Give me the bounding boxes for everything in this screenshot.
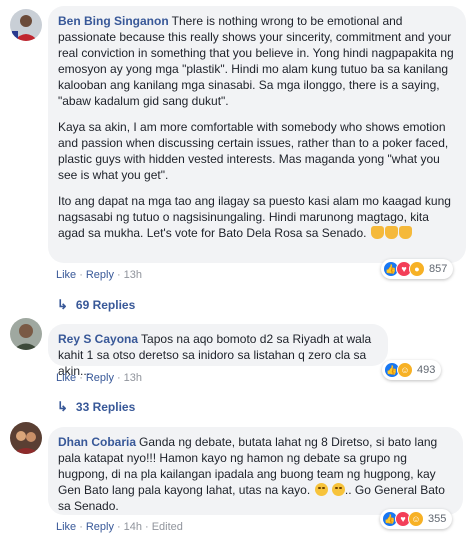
like-link[interactable]: Like (56, 372, 76, 384)
comment-text: Kaya sa akin, I am more comfortable with… (58, 120, 449, 182)
like-link[interactable]: Like (56, 269, 76, 281)
reaction-summary[interactable]: 👍 ♥ ● 857 (381, 259, 454, 279)
view-replies-link[interactable]: ↳ 69 Replies (57, 297, 135, 313)
replies-count-label[interactable]: 69 Replies (76, 298, 135, 312)
comment-author[interactable]: Dhan Cobaria (58, 435, 136, 449)
timestamp[interactable]: 13h (124, 269, 142, 281)
clapping-hands-icon (398, 226, 412, 239)
avatar[interactable] (10, 318, 42, 350)
comment-author[interactable]: Rey S Cayona (58, 332, 138, 346)
reaction-summary[interactable]: 👍 ☺ 493 (382, 360, 442, 380)
clapping-hands-icon (384, 226, 398, 239)
haha-reaction-icon: ☺ (408, 511, 424, 527)
reaction-count: 857 (429, 263, 448, 275)
replies-count-label[interactable]: 33 Replies (76, 400, 135, 414)
comment-bubble: Rey S Cayona Tapos na aqo bomoto d2 sa Ri… (48, 324, 388, 378)
view-replies-link[interactable]: ↳ 33 Replies (57, 399, 135, 415)
wow-reaction-icon: ● (409, 261, 425, 277)
reply-link[interactable]: Reply (86, 372, 114, 384)
reaction-summary[interactable]: 👍 ♥ ☺ 355 (380, 509, 453, 529)
reply-arrow-icon: ↳ (57, 399, 68, 414)
reaction-count: 493 (417, 364, 436, 376)
comment-bubble: Dhan Cobaria Ganda ng debate, butata laha… (48, 427, 463, 515)
clapping-hands-icon (370, 226, 384, 239)
comment-author[interactable]: Ben Bing Singanon (58, 14, 169, 28)
comment-text: There is nothing wrong to be emotional a… (58, 14, 454, 108)
reply-arrow-icon: ↳ (57, 297, 68, 312)
timestamp[interactable]: 14h (124, 521, 142, 533)
edited-label[interactable]: Edited (152, 521, 183, 533)
avatar[interactable] (10, 9, 42, 41)
avatar[interactable] (10, 422, 42, 454)
like-link[interactable]: Like (56, 521, 76, 533)
reply-link[interactable]: Reply (86, 521, 114, 533)
timestamp[interactable]: 13h (124, 372, 142, 384)
comment-actions: Like · Reply · 14h · Edited (56, 521, 183, 533)
comment-actions: Like · Reply · 13h (56, 372, 143, 384)
reaction-count: 355 (428, 513, 447, 525)
laughing-face-icon (314, 483, 328, 496)
laughing-face-icon (331, 483, 345, 496)
reply-link[interactable]: Reply (86, 269, 114, 281)
haha-reaction-icon: ☺ (397, 362, 413, 378)
comment-bubble: Ben Bing Singanon There is nothing wrong … (48, 6, 466, 263)
comment-actions: Like · Reply · 13h (56, 269, 143, 281)
